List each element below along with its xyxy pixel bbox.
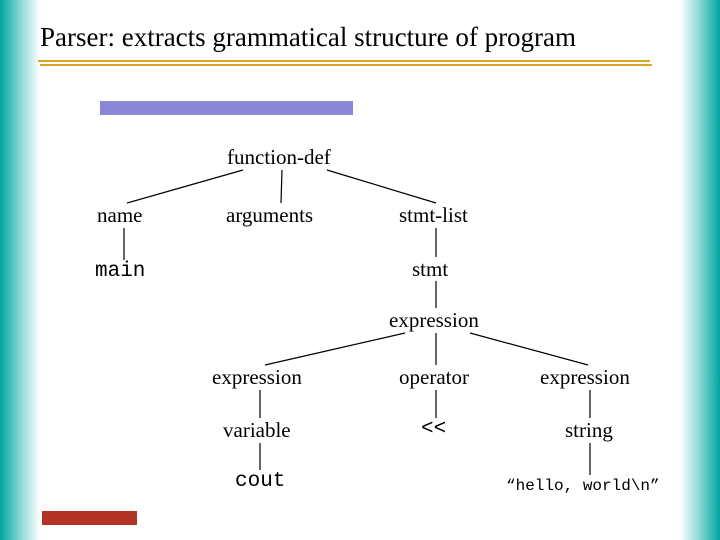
node-expression-right: expression <box>540 365 630 390</box>
node-function-def: function-def <box>227 145 331 170</box>
node-operator: operator <box>399 365 469 390</box>
purple-bar <box>100 101 353 115</box>
node-string: string <box>565 418 613 443</box>
node-string-literal: “hello, world\n” <box>506 477 660 495</box>
node-stmt: stmt <box>412 257 448 282</box>
node-name: name <box>97 203 142 228</box>
slide-title: Parser: extracts grammatical structure o… <box>40 22 576 53</box>
node-stmt-list: stmt-list <box>399 203 468 228</box>
title-underline-2 <box>40 64 652 66</box>
node-variable: variable <box>223 418 291 443</box>
node-expression-top: expression <box>389 308 479 333</box>
node-cout: cout <box>235 470 285 493</box>
gradient-right <box>680 0 720 540</box>
footer-bar <box>42 511 137 525</box>
node-op-value: << <box>421 418 446 441</box>
node-arguments: arguments <box>226 203 313 228</box>
node-expression-left: expression <box>212 365 302 390</box>
title-underline-1 <box>38 60 650 62</box>
node-main: main <box>95 260 145 283</box>
gradient-left <box>0 0 40 540</box>
